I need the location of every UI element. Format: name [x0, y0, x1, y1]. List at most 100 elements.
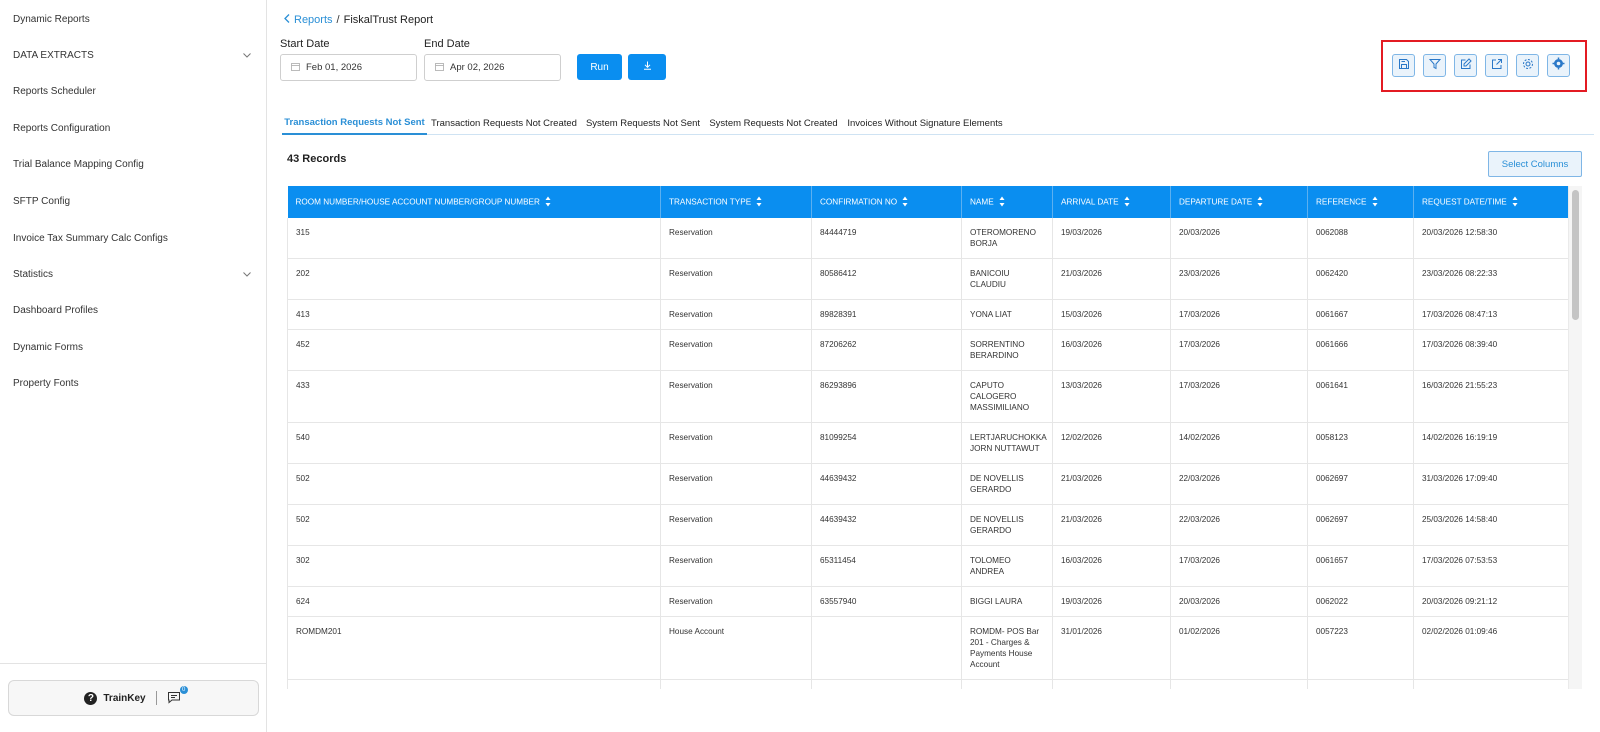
- filter-button[interactable]: [1423, 54, 1446, 77]
- table-header-row: ROOM NUMBER/HOUSE ACCOUNT NUMBER/GROUP N…: [287, 186, 1569, 218]
- filter-icon: [1428, 57, 1441, 75]
- sidebar-item-statistics[interactable]: Statistics: [13, 264, 252, 284]
- table-cell: ROMDM201: [287, 616, 661, 680]
- settings-icon: [1522, 57, 1534, 75]
- table-cell: Reservation: [660, 299, 812, 330]
- tab-transaction-requests-not-sent[interactable]: Transaction Requests Not Sent: [282, 111, 427, 135]
- sort-icon[interactable]: [902, 196, 908, 209]
- column-header[interactable]: ARRIVAL DATE: [1052, 186, 1171, 218]
- notification-badge: 0: [179, 686, 188, 694]
- table-row[interactable]: ROMDM101House Account ROMDM - POS Restaur…: [287, 679, 1569, 689]
- calendar-icon: [291, 62, 300, 74]
- table-cell: 0062420: [1307, 258, 1414, 300]
- sidebar-item-dynamic-forms[interactable]: Dynamic Forms: [13, 337, 252, 357]
- column-header[interactable]: REFERENCE: [1307, 186, 1414, 218]
- table-row[interactable]: ROMDM201 House Account ROMDM- POS Bar 201 …: [287, 616, 1569, 680]
- run-button[interactable]: Run: [577, 54, 622, 80]
- sort-icon[interactable]: [1257, 196, 1263, 209]
- table-cell: Reservation: [660, 370, 812, 423]
- sidebar-item-property-fonts[interactable]: Property Fonts: [13, 373, 252, 393]
- table-cell: 433: [287, 370, 661, 423]
- column-header[interactable]: DEPARTURE DATE: [1170, 186, 1308, 218]
- table-cell: 19/03/2026: [1052, 218, 1171, 259]
- sidebar-item-label: Reports Configuration: [13, 122, 111, 134]
- divider: [155, 691, 157, 705]
- report-tabs: Transaction Requests Not Sent Transactio…: [282, 111, 1594, 135]
- sort-icon[interactable]: [545, 196, 551, 209]
- sort-icon[interactable]: [1512, 196, 1518, 209]
- table-row[interactable]: 502 Reservation 44639432 DE NOVELLIS GERARD…: [287, 504, 1569, 546]
- sidebar-item-reports-scheduler[interactable]: Reports Scheduler: [13, 81, 252, 101]
- records-table: ROOM NUMBER/HOUSE ACCOUNT NUMBER/GROUP N…: [287, 186, 1569, 689]
- record-count: 43 Records: [287, 153, 347, 165]
- breadcrumb-separator: /: [336, 14, 340, 26]
- end-date-field[interactable]: [424, 54, 561, 81]
- end-date-input[interactable]: [450, 62, 550, 73]
- table-cell: [811, 616, 962, 680]
- start-date-field[interactable]: [280, 54, 417, 81]
- table-scrollbar[interactable]: [1568, 186, 1582, 689]
- app-root: Dynamic Reports DATA EXTRACTS Reports Sc…: [0, 0, 1600, 732]
- table-cell: 84444719: [811, 218, 962, 259]
- table-cell: 01/02/2026: [1170, 616, 1308, 680]
- sidebar-item-dynamic-reports[interactable]: Dynamic Reports: [13, 9, 252, 29]
- sidebar-item-reports-configuration[interactable]: Reports Configuration: [13, 118, 252, 138]
- table-cell: 17/03/2026: [1170, 370, 1308, 423]
- table-row[interactable]: 502 Reservation 44639432 DE NOVELLIS GERARD…: [287, 463, 1569, 505]
- table-cell: 17/03/2026 08:47:13: [1413, 299, 1569, 330]
- column-header[interactable]: TRANSACTION TYPE: [660, 186, 812, 218]
- table-row[interactable]: 452 Reservation 87206262 SORRENTINO BERARDI…: [287, 329, 1569, 371]
- table-row[interactable]: 433 Reservation 86293896 CAPUTO CALOGERO MA…: [287, 370, 1569, 423]
- column-header-label: TRANSACTION TYPE: [669, 197, 752, 207]
- start-date-label: Start Date: [280, 38, 330, 50]
- table-row[interactable]: 540 Reservation 81099254 LERTJARUCHOKKA JOR…: [287, 422, 1569, 464]
- page-title: FiskalTrust Report: [343, 14, 434, 26]
- sort-icon[interactable]: [756, 196, 762, 209]
- chat-icon[interactable]: 0: [167, 686, 188, 705]
- sidebar-item-trial-balance-mapping-config[interactable]: Trial Balance Mapping Config: [13, 154, 252, 174]
- main-content: Reports / FiskalTrust Report Start Date …: [268, 0, 1600, 732]
- sort-icon[interactable]: [1372, 196, 1378, 209]
- table-cell: 21/03/2026: [1052, 258, 1171, 300]
- sort-icon[interactable]: [999, 196, 1005, 209]
- table-cell: 502: [287, 504, 661, 546]
- tab-transaction-requests-not-created[interactable]: Transaction Requests Not Created: [429, 111, 579, 135]
- trainkey-panel[interactable]: ? TrainKey 0: [8, 680, 259, 716]
- table-cell: 20/03/2026 09:21:12: [1413, 586, 1569, 617]
- column-header-label: ROOM NUMBER/HOUSE ACCOUNT NUMBER/GROUP N…: [295, 197, 540, 207]
- table-row[interactable]: 315 Reservation 84444719 OTEROMORENO BORJA 1…: [287, 218, 1569, 259]
- column-header[interactable]: CONFIRMATION NO: [811, 186, 962, 218]
- end-date-label: End Date: [424, 38, 470, 50]
- download-button[interactable]: [628, 54, 666, 80]
- tab-system-requests-not-created[interactable]: System Requests Not Created: [707, 111, 840, 135]
- sidebar-item-dashboard-profiles[interactable]: Dashboard Profiles: [13, 300, 252, 320]
- sidebar-item-sftp-config[interactable]: SFTP Config: [13, 191, 252, 211]
- sidebar-item-label: Dynamic Forms: [13, 341, 84, 353]
- sidebar-item-invoice-tax-summary-calc-configs[interactable]: Invoice Tax Summary Calc Configs: [13, 228, 252, 248]
- start-date-input[interactable]: [306, 62, 406, 73]
- table-row[interactable]: 302 Reservation 65311454 TOLOMEO ANDREA 16/0…: [287, 545, 1569, 587]
- tab-invoices-without-signature-elements[interactable]: Invoices Without Signature Elements: [845, 111, 1005, 135]
- sidebar-item-label: Reports Scheduler: [13, 85, 96, 97]
- scrollbar-thumb[interactable]: [1572, 190, 1579, 320]
- open-external-button[interactable]: [1485, 54, 1508, 77]
- select-columns-button[interactable]: Select Columns: [1488, 151, 1582, 177]
- settings-button[interactable]: [1516, 54, 1539, 77]
- column-header[interactable]: ROOM NUMBER/HOUSE ACCOUNT NUMBER/GROUP N…: [287, 186, 661, 218]
- column-header[interactable]: REQUEST DATE/TIME: [1413, 186, 1569, 218]
- table-cell: 17/03/2026: [1170, 299, 1308, 330]
- trainkey-label: TrainKey: [103, 692, 146, 704]
- save-button[interactable]: [1392, 54, 1415, 77]
- sidebar-item-data-extracts[interactable]: DATA EXTRACTS: [13, 45, 252, 65]
- tab-system-requests-not-sent[interactable]: System Requests Not Sent: [584, 111, 702, 135]
- advanced-settings-button[interactable]: [1547, 54, 1570, 77]
- sort-icon[interactable]: [1124, 196, 1130, 209]
- table-cell: OTEROMORENO BORJA: [961, 218, 1053, 259]
- table-cell: 0062088: [1307, 218, 1414, 259]
- table-row[interactable]: 413 Reservation 89828391 YONA LIAT 15/03/202…: [287, 299, 1569, 330]
- table-row[interactable]: 624 Reservation 63557940 BIGGI LAURA 19/03/2…: [287, 586, 1569, 617]
- table-row[interactable]: 202 Reservation 80586412 BANICOIU CLAUDIU 21…: [287, 258, 1569, 300]
- column-header[interactable]: NAME: [961, 186, 1053, 218]
- edit-button[interactable]: [1454, 54, 1477, 77]
- breadcrumb-reports-link[interactable]: Reports: [284, 14, 333, 26]
